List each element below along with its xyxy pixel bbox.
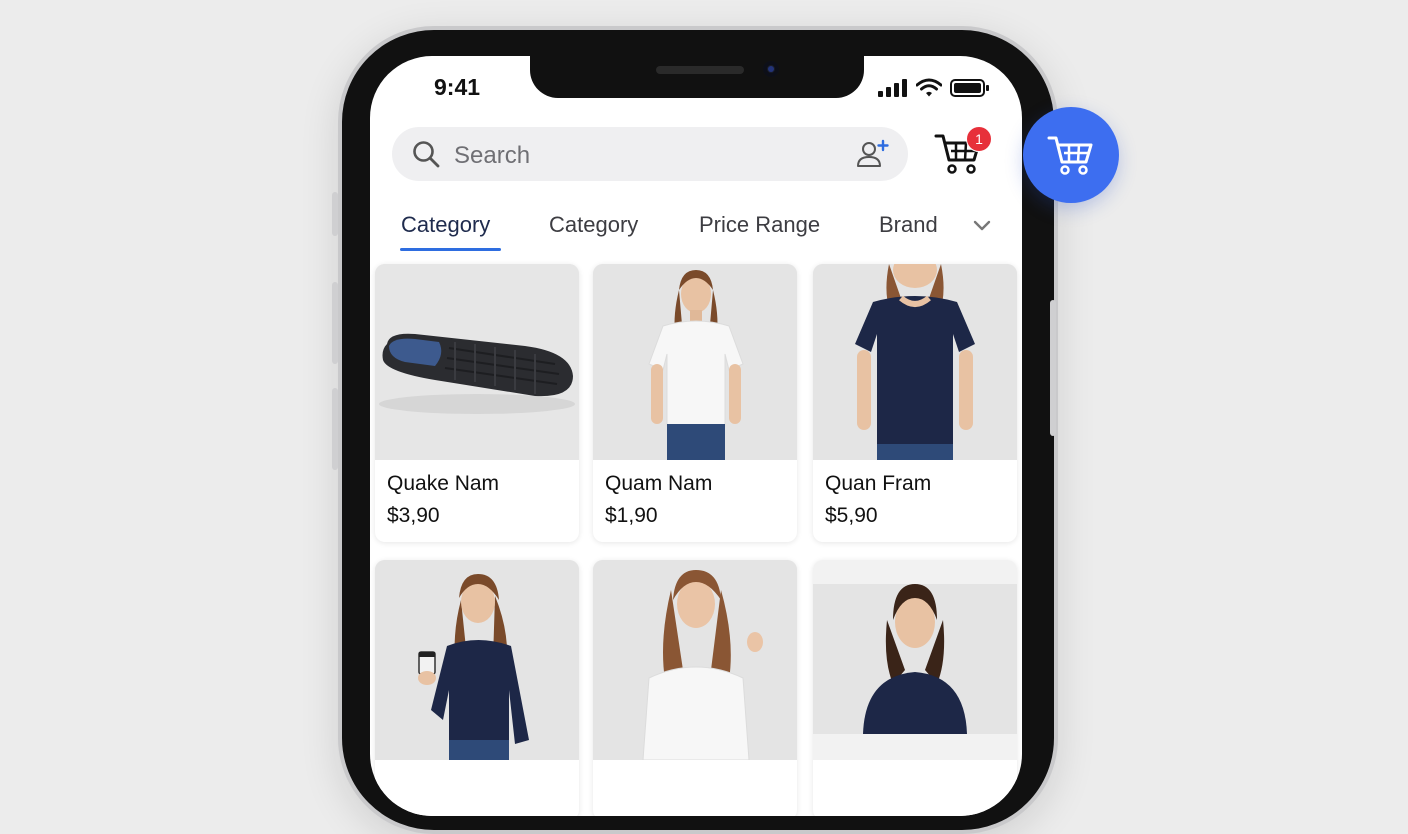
product-card[interactable]: Quake Nam $3,90 [375,264,579,542]
product-image-navy-longsleeve[interactable] [375,560,579,760]
floating-cart-button[interactable] [1023,107,1119,203]
product-name: Quan Fram [825,472,932,495]
app-screen: 9:41 Search 1 Category Category Price Ra… [370,56,1022,816]
product-name: Quam Nam [605,472,713,495]
product-card[interactable] [593,560,797,816]
signal-icon [878,79,907,97]
tab-category[interactable]: Category [401,212,490,238]
tab-brand[interactable]: Brand [879,212,938,238]
cart-icon [1047,136,1093,175]
speaker-grille [656,66,744,74]
phone-volume-down [332,388,338,470]
product-image-navy-tshirt[interactable] [813,264,1017,460]
status-time: 9:41 [434,74,481,100]
filter-tabs: Category Category Price Range Brand [370,206,1022,252]
product-image-white-tshirt[interactable] [593,264,797,460]
search-input[interactable]: Search [454,142,530,170]
chevron-down-icon[interactable] [973,220,991,232]
product-price: $1,90 [605,504,658,527]
front-camera [763,61,779,77]
tab-category-2[interactable]: Category [549,212,638,238]
product-image-white-tshirt-2[interactable] [593,560,797,760]
product-image-shoe-sole[interactable] [375,264,579,460]
status-icons [878,78,994,98]
cart-badge: 1 [966,126,992,152]
product-card[interactable]: Quam Nam $1,90 [593,264,797,542]
search-bar[interactable]: Search [392,127,908,181]
phone-mute-switch [332,192,338,236]
phone-power-button [1050,300,1056,436]
battery-icon [950,79,989,97]
phone-volume-up [332,282,338,364]
add-person-icon[interactable] [856,139,890,169]
active-tab-indicator [400,248,501,251]
product-card[interactable]: Quan Fram $5,90 [813,264,1017,542]
product-image-navy-top-portrait[interactable] [813,560,1017,760]
product-price: $3,90 [387,504,440,527]
product-price: $5,90 [825,504,878,527]
wifi-icon [916,78,942,97]
notch [530,56,864,98]
product-card[interactable] [813,560,1017,816]
product-name: Quake Nam [387,472,500,495]
search-icon [413,141,440,168]
product-card[interactable] [375,560,579,816]
tab-price-range[interactable]: Price Range [699,212,820,238]
